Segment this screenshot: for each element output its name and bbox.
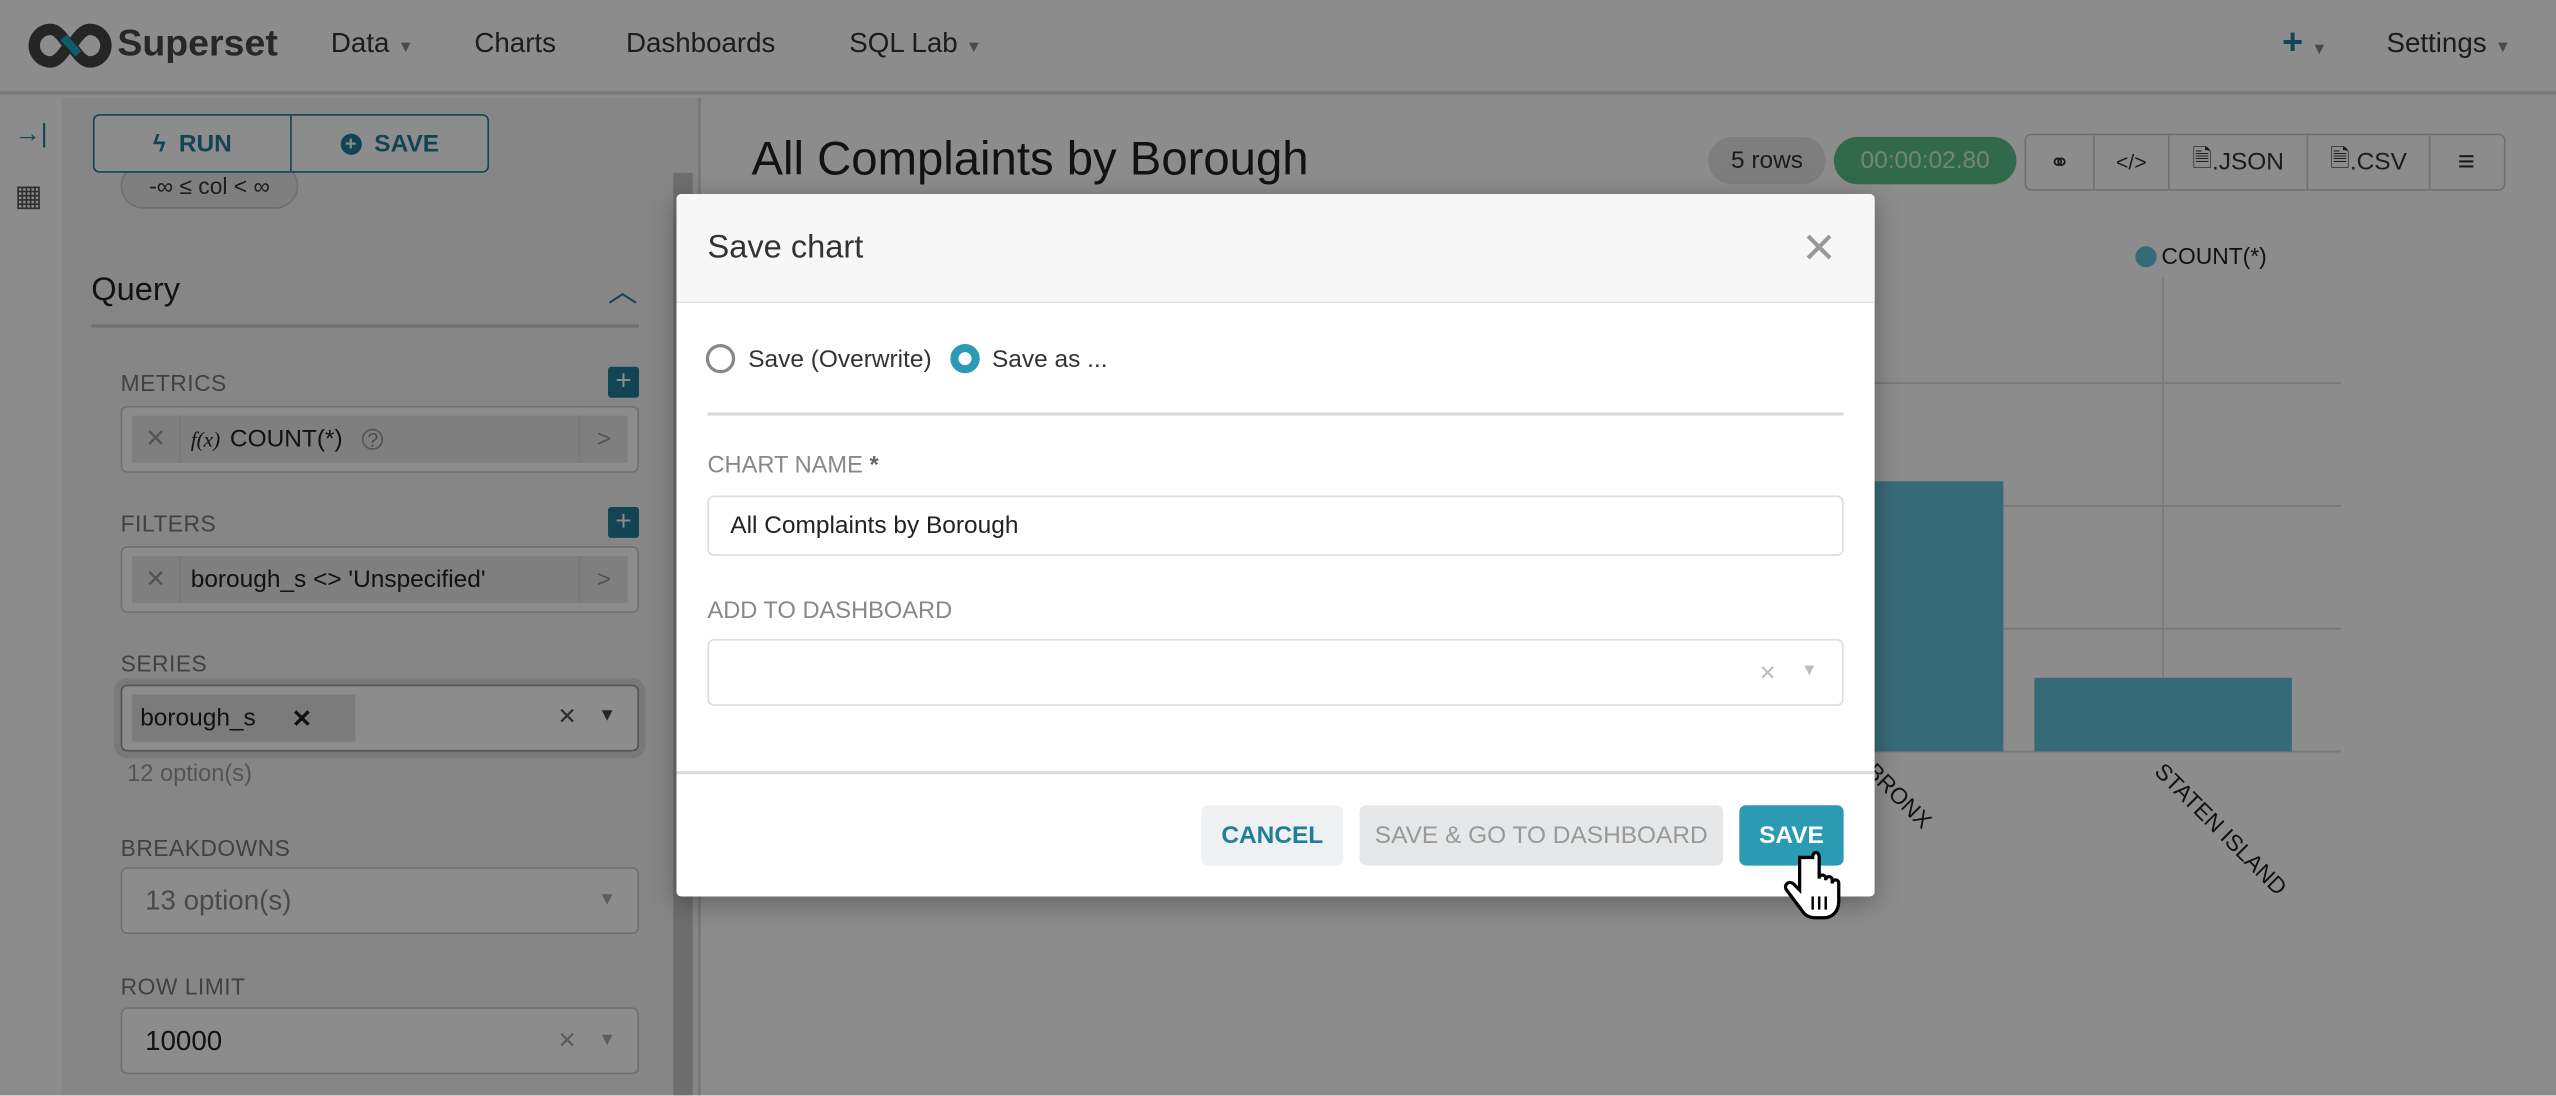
modal-header: Save chart ✕ (676, 193, 1875, 304)
cancel-button[interactable]: CANCEL (1201, 805, 1344, 866)
save-chart-modal: Save chart ✕ Save (Overwrite) Save as ..… (676, 193, 1875, 897)
save-and-go-to-dashboard-button[interactable]: SAVE & GO TO DASHBOARD (1359, 805, 1724, 866)
chart-name-label-text: CHART NAME (707, 453, 863, 480)
save-mode-radios: Save (Overwrite) Save as ... (705, 343, 1108, 374)
modal-title: Save chart (707, 229, 864, 266)
chart-name-value: All Complaints by Borough (730, 511, 1019, 540)
clear-icon[interactable]: ✕ (1759, 660, 1777, 686)
radio-overwrite-label[interactable]: Save (Overwrite) (748, 345, 931, 373)
radio-overwrite[interactable] (705, 343, 736, 374)
radio-save-as[interactable] (949, 343, 979, 374)
chart-name-label: CHART NAME * (707, 453, 878, 479)
dashboard-select[interactable]: ✕ ▼ (707, 638, 1844, 706)
divider (707, 412, 1844, 415)
add-to-dashboard-label: ADD TO DASHBOARD (707, 598, 953, 625)
close-icon[interactable]: ✕ (1801, 223, 1837, 274)
footer-divider (676, 771, 1875, 774)
required-marker: * (869, 453, 879, 480)
radio-save-as-label[interactable]: Save as ... (992, 345, 1108, 373)
chart-name-input[interactable]: All Complaints by Borough (707, 495, 1844, 556)
caret-down-icon[interactable]: ▼ (1801, 662, 1817, 680)
hand-cursor-icon (1783, 850, 1841, 920)
